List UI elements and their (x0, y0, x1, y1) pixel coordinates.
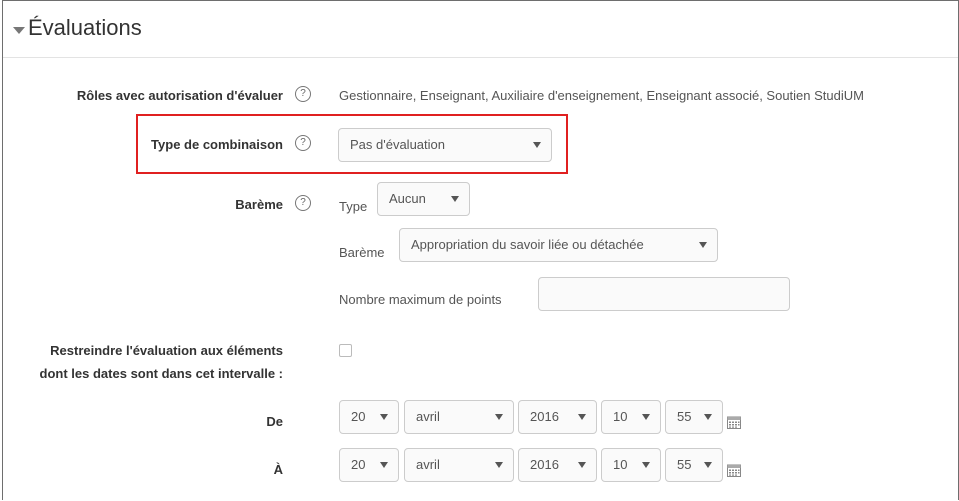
combinaison-select[interactable]: Pas d'évaluation (338, 128, 552, 162)
to-year-value: 2016 (530, 457, 559, 472)
bareme-label: Barème (235, 197, 283, 212)
chevron-down-icon (578, 414, 586, 420)
to-year-select[interactable]: 2016 (518, 448, 597, 482)
bareme-type-select[interactable]: Aucun (377, 182, 470, 216)
help-icon[interactable]: ? (295, 86, 311, 102)
chevron-down-icon (642, 414, 650, 420)
bareme-scale-select[interactable]: Appropriation du savoir liée ou détachée (399, 228, 718, 262)
chevron-down-icon (495, 462, 503, 468)
from-day-value: 20 (351, 409, 366, 424)
restrict-label-line1: Restreindre l'évaluation aux éléments (50, 343, 283, 358)
from-hour-value: 10 (613, 409, 628, 424)
bareme-type-select-value: Aucun (389, 191, 426, 206)
calendar-icon[interactable] (727, 415, 741, 429)
to-month-value: avril (416, 457, 440, 472)
from-month-select[interactable]: avril (404, 400, 514, 434)
from-year-value: 2016 (530, 409, 559, 424)
from-minute-value: 55 (677, 409, 692, 424)
help-icon[interactable]: ? (295, 195, 311, 211)
calendar-icon[interactable] (727, 463, 741, 477)
section-title: Évaluations (28, 15, 142, 40)
chevron-down-icon (495, 414, 503, 420)
to-hour-value: 10 (613, 457, 628, 472)
bareme-type-label: Type (339, 199, 368, 214)
chevron-down-icon (533, 142, 541, 148)
bareme-scale-select-value: Appropriation du savoir liée ou détachée (411, 237, 644, 252)
maxpoints-input[interactable] (538, 277, 790, 311)
from-month-value: avril (416, 409, 440, 424)
settings-panel: Évaluations Rôles avec autorisation d'év… (2, 0, 959, 500)
combinaison-select-value: Pas d'évaluation (350, 137, 445, 152)
to-month-select[interactable]: avril (404, 448, 514, 482)
to-minute-select[interactable]: 55 (665, 448, 723, 482)
chevron-down-icon (699, 242, 707, 248)
from-day-select[interactable]: 20 (339, 400, 399, 434)
roles-label: Rôles avec autorisation d'évaluer (76, 88, 283, 103)
roles-value: Gestionnaire, Enseignant, Auxiliaire d'e… (339, 88, 864, 103)
chevron-down-icon (380, 414, 388, 420)
combinaison-label: Type de combinaison (151, 137, 283, 152)
to-day-select[interactable]: 20 (339, 448, 399, 482)
chevron-down-icon (578, 462, 586, 468)
restrict-checkbox[interactable] (339, 344, 352, 357)
maxpoints-label: Nombre maximum de points (339, 292, 502, 307)
collapse-triangle-icon[interactable] (13, 27, 25, 34)
chevron-down-icon (704, 462, 712, 468)
to-day-value: 20 (351, 457, 366, 472)
chevron-down-icon (451, 196, 459, 202)
help-icon[interactable]: ? (295, 135, 311, 151)
chevron-down-icon (380, 462, 388, 468)
from-year-select[interactable]: 2016 (518, 400, 597, 434)
section-header[interactable]: Évaluations (3, 1, 958, 58)
to-hour-select[interactable]: 10 (601, 448, 661, 482)
to-minute-value: 55 (677, 457, 692, 472)
chevron-down-icon (642, 462, 650, 468)
to-label: À (273, 462, 283, 477)
from-label: De (266, 414, 283, 429)
bareme-scale-label: Barème (339, 245, 385, 260)
chevron-down-icon (704, 414, 712, 420)
restrict-label-line2: dont les dates sont dans cet intervalle … (39, 366, 283, 381)
from-hour-select[interactable]: 10 (601, 400, 661, 434)
from-minute-select[interactable]: 55 (665, 400, 723, 434)
